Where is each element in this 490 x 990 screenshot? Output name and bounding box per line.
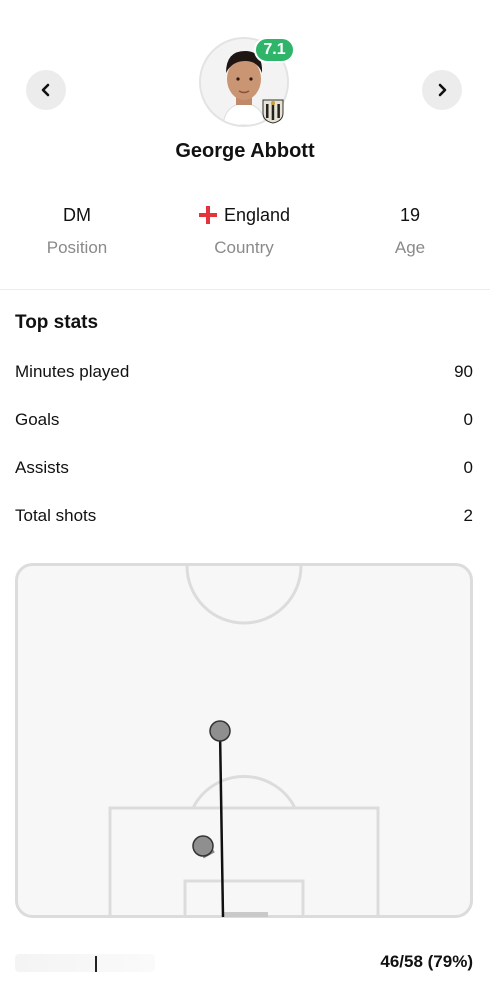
- position-column: DM Position: [0, 202, 162, 258]
- country-value-wrap: England: [159, 202, 329, 228]
- shot-marker[interactable]: [209, 720, 231, 742]
- stat-value: 0: [463, 458, 473, 477]
- stat-label: Total shots: [15, 506, 97, 525]
- faded-divider: [95, 956, 97, 972]
- position-value: DM: [63, 204, 91, 225]
- age-label: Age: [394, 238, 426, 257]
- passes-value: 46/58 (79%): [380, 952, 473, 971]
- goal-mouth: [222, 912, 268, 917]
- chevron-left-icon: [41, 83, 50, 97]
- previous-player-button[interactable]: [26, 70, 66, 110]
- stat-value: 90: [454, 362, 473, 381]
- passes-row: 46/58 (79%): [15, 950, 473, 976]
- england-flag-icon: [198, 206, 217, 224]
- rating-badge: 7.1: [254, 37, 295, 63]
- top-stats-title: Top stats: [15, 312, 99, 333]
- stat-label: Assists: [15, 458, 69, 477]
- stat-label: Minutes played: [15, 362, 130, 381]
- age-column: 19 Age: [325, 202, 490, 258]
- stat-row-minutes: Minutes played 90: [15, 360, 473, 384]
- faded-label: [15, 954, 155, 972]
- player-info-row: DM Position England Country 19 Age: [0, 202, 490, 272]
- stat-value: 0: [463, 410, 473, 429]
- stat-label: Goals: [15, 410, 60, 429]
- club-crest-icon: [262, 99, 284, 124]
- country-value: England: [223, 204, 291, 225]
- stat-row-goals: Goals 0: [15, 408, 473, 432]
- age-value: 19: [399, 204, 421, 225]
- chevron-right-icon: [438, 83, 447, 97]
- next-player-button[interactable]: [422, 70, 462, 110]
- stat-row-assists: Assists 0: [15, 456, 473, 480]
- stat-row-total-shots: Total shots 2: [15, 504, 473, 528]
- shot-marker[interactable]: [192, 835, 214, 857]
- stat-value: 2: [463, 506, 473, 525]
- player-header: 7.1: [199, 37, 295, 127]
- player-name: George Abbott: [175, 140, 315, 162]
- section-divider: [0, 289, 490, 290]
- shot-map[interactable]: [15, 563, 473, 918]
- position-label: Position: [46, 238, 108, 257]
- country-label: Country: [214, 238, 274, 257]
- pitch-svg: [15, 563, 473, 918]
- country-column: England Country: [159, 202, 329, 258]
